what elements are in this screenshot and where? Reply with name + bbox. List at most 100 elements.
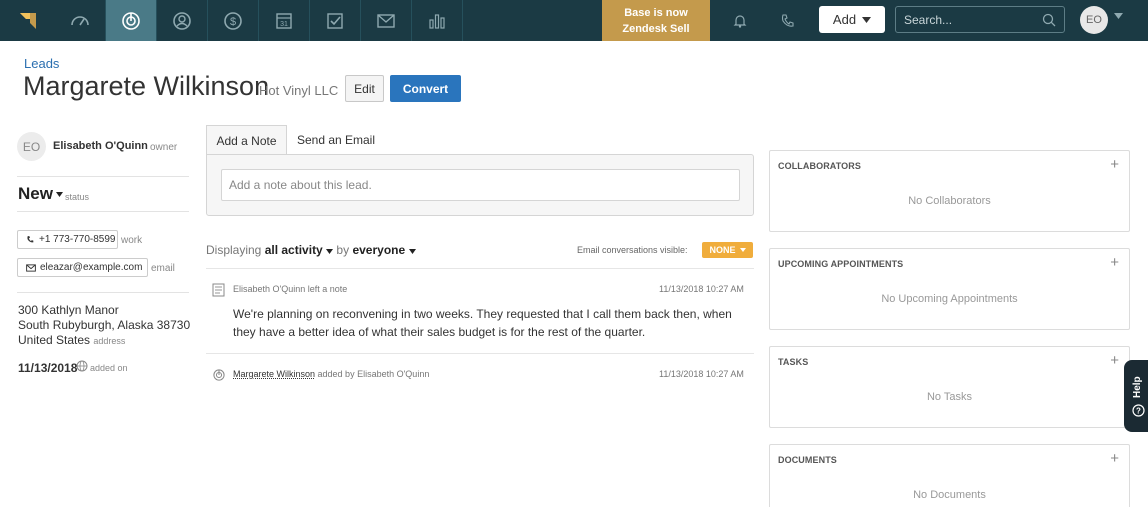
convert-button[interactable]: Convert (390, 75, 461, 102)
calendar-icon[interactable]: 31 (259, 0, 310, 41)
dashboard-icon[interactable] (55, 0, 106, 41)
address-country: United States (18, 333, 91, 347)
banner-line2: Zendesk Sell (622, 22, 690, 35)
address-line1: 300 Kathlyn Manor (18, 303, 119, 317)
activity-header: Elisabeth O'Quinn left a note (233, 284, 348, 294)
activity-timestamp: 11/13/2018 10:27 AM (659, 284, 744, 294)
email-button[interactable]: eleazar@example.com (17, 258, 148, 277)
add-button[interactable]: Add (819, 6, 885, 33)
activity-timestamp: 11/13/2018 10:27 AM (659, 369, 744, 379)
tab-send-email[interactable]: Send an Email (289, 125, 383, 155)
bell-icon[interactable] (720, 0, 760, 41)
company-name[interactable]: Hot Vinyl LLC (259, 83, 338, 98)
owner-name[interactable]: Elisabeth O'Quinn (53, 140, 148, 152)
panel-empty-text: No Tasks (926, 391, 973, 403)
divider (17, 211, 189, 212)
panel-empty-text: No Collaborators (908, 195, 991, 207)
owner-initials: EO (22, 139, 41, 154)
phone-icon[interactable] (768, 0, 808, 41)
divider (17, 176, 189, 177)
tasks-panel: TASKS + No Tasks (769, 346, 1130, 428)
note-icon (212, 283, 225, 297)
question-icon: ? (1132, 404, 1145, 417)
svg-text:31: 31 (280, 21, 288, 28)
address-line2: South Rubyburgh, Alaska 38730 (18, 318, 191, 332)
by-label: by (336, 243, 350, 257)
caret-down-icon[interactable] (408, 249, 416, 254)
email-visibility-dropdown[interactable]: NONE (702, 242, 753, 258)
help-button[interactable]: Help ? (1124, 360, 1148, 432)
zendesk-sell-banner[interactable]: Base is now Zendesk Sell (602, 0, 710, 41)
communications-icon[interactable] (361, 0, 412, 41)
search-placeholder: Search... (904, 12, 953, 27)
appointments-panel: UPCOMING APPOINTMENTS + No Upcoming Appo… (769, 248, 1130, 330)
divider (206, 353, 754, 354)
owner-label: owner (150, 142, 178, 153)
page-title: Margarete Wilkinson (23, 71, 270, 101)
phone-button[interactable]: +1 773-770-8599 (17, 230, 118, 249)
activity-note-body: We're planning on reconvening in two wee… (233, 307, 732, 339)
banner-line1: Base is now (624, 6, 688, 19)
lead-link[interactable]: Margarete Wilkinson (233, 369, 315, 379)
caret-down-icon[interactable] (326, 249, 334, 254)
email-address: eleazar@example.com (40, 262, 143, 273)
added-label: added on (90, 363, 128, 373)
panel-title: COLLABORATORS (778, 161, 861, 171)
add-appointment-icon[interactable]: + (1110, 255, 1119, 270)
deals-icon[interactable]: $ (208, 0, 259, 41)
email-visibility-value: NONE (709, 245, 736, 255)
logo-icon[interactable] (0, 0, 55, 41)
caret-down-icon[interactable] (56, 192, 63, 197)
displaying-label: Displaying (206, 243, 262, 257)
phone-type-label: work (121, 235, 143, 246)
leads-icon[interactable] (106, 0, 157, 41)
envelope-icon (26, 263, 36, 272)
activity-header: Margarete Wilkinson added by Elisabeth O… (233, 369, 429, 379)
add-task-icon[interactable]: + (1110, 353, 1119, 368)
divider (206, 268, 754, 269)
note-composer (206, 154, 754, 216)
address-label: address (93, 336, 126, 346)
edit-button[interactable]: Edit (345, 75, 384, 102)
phone-icon (27, 236, 34, 243)
phone-number: +1 773-770-8599 (39, 234, 116, 245)
top-navigation-bar: $ 31 Base is now Zendesk Sell Add Search… (0, 0, 1148, 41)
status-dropdown[interactable]: New (18, 184, 53, 204)
search-input[interactable]: Search... (895, 6, 1065, 33)
svg-text:?: ? (1136, 407, 1141, 416)
note-input[interactable] (221, 169, 740, 201)
globe-icon (76, 360, 88, 372)
documents-panel: DOCUMENTS + No Documents (769, 444, 1130, 507)
lead-icon (213, 369, 225, 381)
user-filter-dropdown[interactable]: everyone (352, 243, 405, 257)
breadcrumb[interactable]: Leads (24, 56, 59, 71)
address-line3-row: United States address (18, 333, 125, 347)
svg-text:$: $ (230, 16, 236, 28)
email-visibility-label: Email conversations visible: (577, 245, 688, 255)
user-avatar[interactable]: EO (1080, 6, 1108, 34)
tasks-icon[interactable] (310, 0, 361, 41)
add-document-icon[interactable]: + (1110, 451, 1119, 466)
owner-avatar: EO (17, 132, 46, 161)
email-type-label: email (151, 263, 175, 274)
help-label: Help (1132, 376, 1143, 398)
panel-title: TASKS (778, 357, 809, 367)
activity-header-rest: added by Elisabeth O'Quinn (315, 369, 430, 379)
user-initials: EO (1086, 14, 1102, 26)
search-icon[interactable] (1042, 13, 1056, 27)
tab-add-note[interactable]: Add a Note (206, 125, 287, 155)
panel-empty-text: No Upcoming Appointments (881, 293, 1018, 305)
caret-down-icon[interactable] (1114, 13, 1123, 19)
reports-icon[interactable] (412, 0, 463, 41)
activity-filter-dropdown[interactable]: all activity (265, 243, 323, 257)
collaborators-panel: COLLABORATORS + No Collaborators (769, 150, 1130, 232)
panel-title: UPCOMING APPOINTMENTS (778, 259, 904, 269)
contacts-icon[interactable] (157, 0, 208, 41)
panel-title: DOCUMENTS (778, 455, 837, 465)
status-label: status (65, 192, 90, 202)
added-date: 11/13/2018 (18, 361, 78, 375)
add-collaborator-icon[interactable]: + (1110, 157, 1119, 172)
panel-empty-text: No Documents (913, 489, 986, 501)
caret-down-icon (862, 16, 872, 23)
add-button-label: Add (832, 12, 857, 27)
